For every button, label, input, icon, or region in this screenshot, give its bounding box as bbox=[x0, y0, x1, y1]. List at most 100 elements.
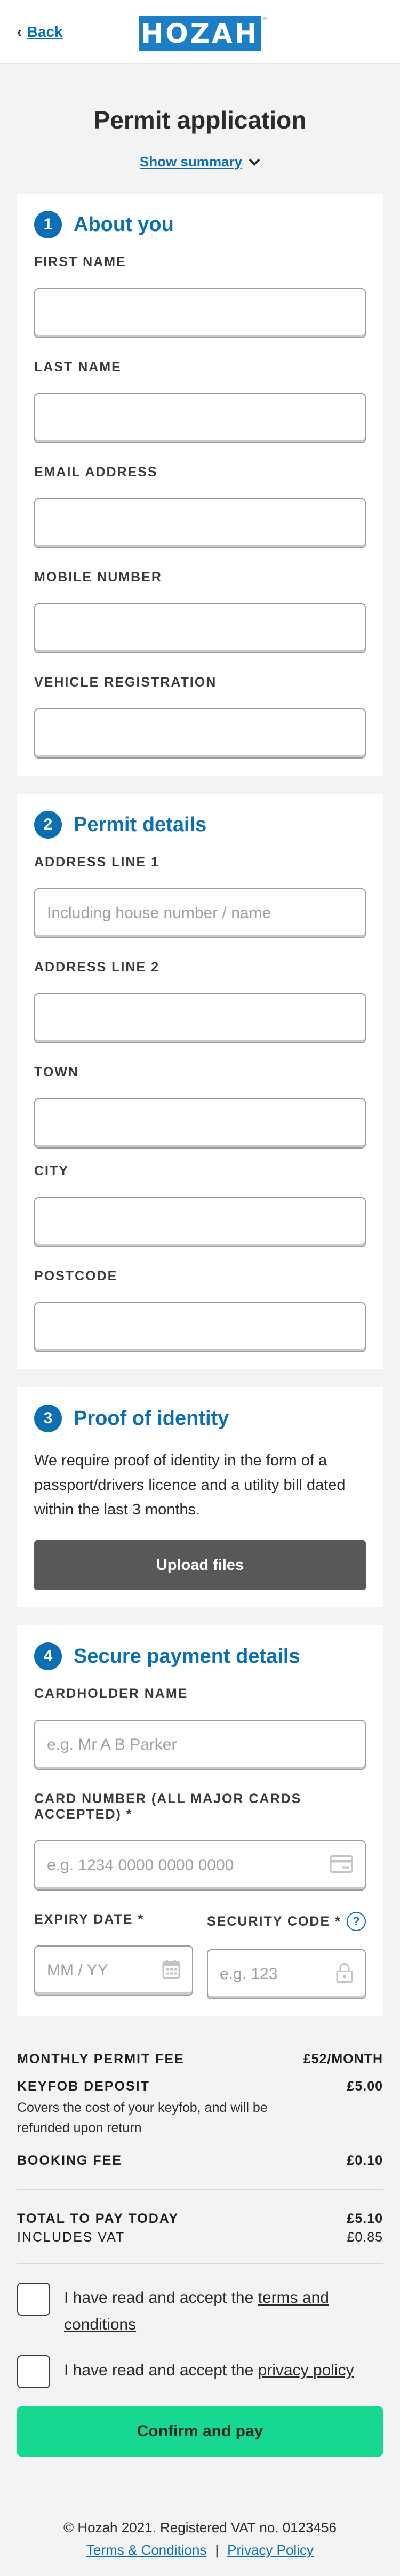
keyfob-note: Covers the cost of your keyfob, and will… bbox=[17, 2100, 268, 2135]
section-title: Permit details bbox=[74, 813, 207, 836]
mobile-input[interactable] bbox=[34, 603, 366, 653]
email-field: EMAIL ADDRESS bbox=[34, 465, 366, 548]
footer-separator: | bbox=[215, 2542, 219, 2558]
address-line-1-field: ADDRESS LINE 1 bbox=[34, 855, 366, 938]
city-input[interactable] bbox=[34, 1197, 366, 1247]
email-input[interactable] bbox=[34, 498, 366, 548]
security-code-wrapper bbox=[207, 1949, 366, 1999]
logo-text: HOZAH bbox=[141, 18, 259, 49]
section-header: 3 Proof of identity bbox=[34, 1405, 366, 1432]
last-name-input[interactable] bbox=[34, 393, 366, 443]
terms-consent-prefix: I have read and accept the bbox=[64, 2289, 258, 2307]
step-badge: 3 bbox=[34, 1405, 62, 1432]
back-link[interactable]: ‹ Back bbox=[17, 23, 63, 41]
page-title: Permit application bbox=[93, 106, 307, 134]
section-header: 1 About you bbox=[34, 211, 366, 238]
card-number-wrapper bbox=[34, 1840, 366, 1891]
postcode-label: POSTCODE bbox=[34, 1269, 118, 1283]
privacy-consent-prefix: I have read and accept the bbox=[64, 2362, 258, 2379]
vehicle-input[interactable] bbox=[34, 708, 366, 759]
about-you-section: 1 About you FIRST NAME LAST NAME EMAIL A… bbox=[17, 194, 383, 776]
address-line-2-input[interactable] bbox=[34, 993, 366, 1043]
footer: © Hozah 2021. Registered VAT no. 0123456… bbox=[0, 2516, 400, 2561]
terms-checkbox[interactable] bbox=[17, 2283, 50, 2316]
last-name-field: LAST NAME bbox=[34, 360, 366, 443]
address-line-1-label: ADDRESS LINE 1 bbox=[34, 855, 159, 870]
fee-value: £0.10 bbox=[347, 2153, 383, 2168]
expiry-field: EXPIRY DATE * bbox=[34, 1912, 193, 1999]
last-name-label: LAST NAME bbox=[34, 360, 122, 374]
postcode-input[interactable] bbox=[34, 1302, 366, 1352]
fee-name: MONTHLY PERMIT FEE bbox=[17, 2052, 185, 2067]
section-title: Proof of identity bbox=[74, 1407, 229, 1430]
cardholder-label: CARDHOLDER NAME bbox=[34, 1686, 188, 1701]
booking-fee-row: BOOKING FEE £0.10 bbox=[17, 2153, 383, 2168]
divider bbox=[17, 2189, 383, 2190]
cardholder-field: CARDHOLDER NAME bbox=[34, 1686, 366, 1770]
hozah-logo[interactable]: HOZAH bbox=[139, 16, 261, 51]
secure-payment-section: 4 Secure payment details CARDHOLDER NAME… bbox=[17, 1625, 383, 2016]
mobile-field: MOBILE NUMBER bbox=[34, 570, 366, 653]
confirm-and-pay-button[interactable]: Confirm and pay bbox=[17, 2406, 383, 2457]
chevron-left-icon: ‹ bbox=[17, 23, 22, 40]
fee-name: KEYFOB DEPOSIT bbox=[17, 2079, 150, 2094]
step-badge: 2 bbox=[34, 811, 62, 839]
security-code-label: SECURITY CODE * bbox=[207, 1913, 341, 1929]
vat-label: INCLUDES VAT bbox=[17, 2230, 125, 2245]
copyright-text: © Hozah 2021. Registered VAT no. 0123456 bbox=[63, 2519, 337, 2535]
page-heading: Permit application Show summary bbox=[0, 64, 400, 170]
expiry-label: EXPIRY DATE * bbox=[34, 1912, 145, 1927]
section-title: About you bbox=[74, 213, 174, 236]
card-number-input[interactable] bbox=[34, 1840, 366, 1891]
privacy-consent-text: I have read and accept the privacy polic… bbox=[64, 2355, 354, 2384]
expiry-wrapper bbox=[34, 1945, 193, 1996]
total-row: TOTAL TO PAY TODAY £5.10 bbox=[17, 2211, 383, 2227]
terms-consent: I have read and accept the terms and con… bbox=[17, 2283, 383, 2338]
town-input[interactable] bbox=[34, 1098, 366, 1149]
fee-value: £52/MONTH bbox=[303, 2052, 383, 2067]
first-name-label: FIRST NAME bbox=[34, 254, 126, 269]
registered-mark: ® bbox=[263, 16, 268, 22]
privacy-checkbox[interactable] bbox=[17, 2355, 50, 2388]
divider bbox=[17, 2263, 383, 2264]
first-name-input[interactable] bbox=[34, 288, 366, 338]
footer-links: Terms & Conditions | Privacy Policy bbox=[0, 2539, 400, 2561]
monthly-fee-row: MONTHLY PERMIT FEE £52/MONTH bbox=[17, 2052, 383, 2067]
section-header: 2 Permit details bbox=[34, 811, 366, 839]
cardholder-input[interactable] bbox=[34, 1720, 366, 1770]
step-badge: 4 bbox=[34, 1642, 62, 1670]
vat-value: £0.85 bbox=[347, 2230, 383, 2245]
step-badge: 1 bbox=[34, 211, 62, 238]
show-summary-toggle[interactable]: Show summary bbox=[140, 154, 260, 170]
card-number-label: CARD NUMBER (ALL MAJOR CARDS ACCEPTED) * bbox=[34, 1791, 302, 1822]
back-label: Back bbox=[27, 23, 63, 40]
section-title: Secure payment details bbox=[74, 1645, 300, 1668]
address-line-2-field: ADDRESS LINE 2 bbox=[34, 960, 366, 1043]
footer-privacy-link[interactable]: Privacy Policy bbox=[227, 2542, 314, 2558]
expiry-security-row: EXPIRY DATE * SECURITY CODE * ? bbox=[34, 1912, 366, 1999]
credit-card-icon bbox=[330, 1855, 353, 1876]
total-value: £5.10 bbox=[347, 2211, 383, 2226]
address-line-1-input[interactable] bbox=[34, 888, 366, 938]
vehicle-field: VEHICLE REGISTRATION bbox=[34, 675, 366, 759]
fee-summary: MONTHLY PERMIT FEE £52/MONTH KEYFOB DEPO… bbox=[17, 2052, 383, 2388]
upload-files-button[interactable]: Upload files bbox=[34, 1540, 366, 1590]
postcode-field: POSTCODE bbox=[34, 1269, 366, 1352]
help-icon[interactable]: ? bbox=[347, 1912, 366, 1931]
email-label: EMAIL ADDRESS bbox=[34, 465, 158, 480]
town-field: TOWN bbox=[34, 1065, 366, 1149]
footer-terms-link[interactable]: Terms & Conditions bbox=[86, 2542, 206, 2558]
keyfob-fee-row: KEYFOB DEPOSIT £5.00 bbox=[17, 2079, 383, 2094]
address-line-2-label: ADDRESS LINE 2 bbox=[34, 960, 159, 975]
proof-of-identity-section: 3 Proof of identity We require proof of … bbox=[17, 1387, 383, 1607]
calendar-icon bbox=[162, 1960, 180, 1982]
vehicle-label: VEHICLE REGISTRATION bbox=[34, 675, 217, 690]
terms-consent-text: I have read and accept the terms and con… bbox=[64, 2283, 383, 2338]
identity-description: We require proof of identity in the form… bbox=[34, 1452, 346, 1518]
top-bar: ‹ Back HOZAH ® bbox=[0, 0, 400, 64]
section-header: 4 Secure payment details bbox=[34, 1642, 366, 1670]
security-label-row: SECURITY CODE * ? bbox=[207, 1912, 366, 1931]
privacy-link[interactable]: privacy policy bbox=[258, 2362, 354, 2379]
total-label: TOTAL TO PAY TODAY bbox=[17, 2211, 179, 2226]
lock-icon bbox=[336, 1963, 353, 1986]
